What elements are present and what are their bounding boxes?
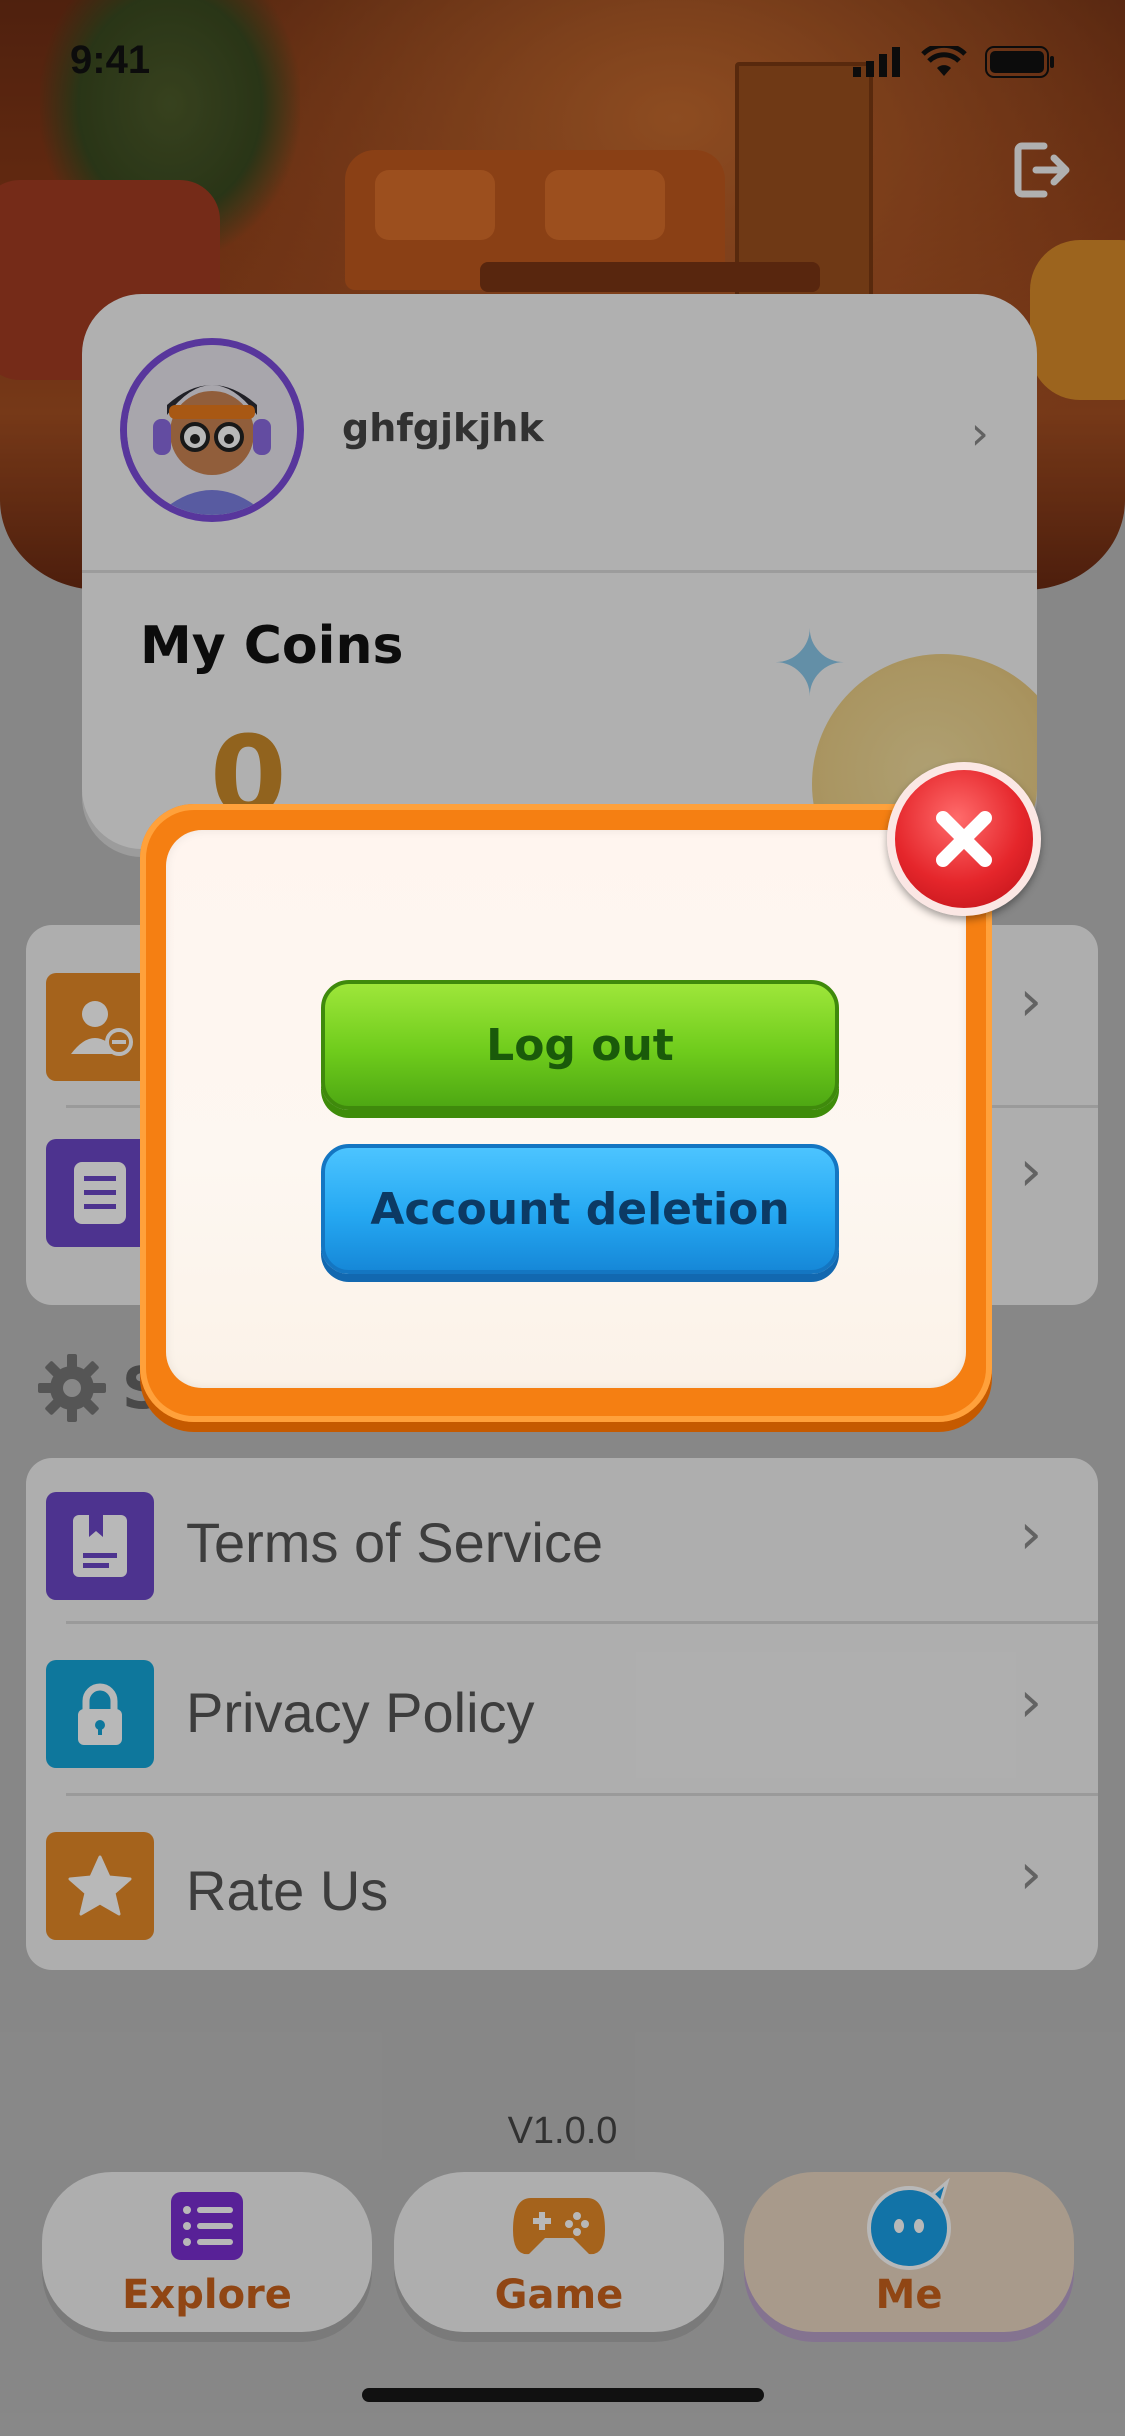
close-button[interactable] <box>887 762 1041 916</box>
logout-button[interactable]: Log out <box>321 980 839 1110</box>
close-icon <box>936 811 992 867</box>
modal-panel: Log out Account deletion <box>166 830 966 1388</box>
account-modal: Log out Account deletion <box>140 804 992 1422</box>
home-indicator <box>362 2388 764 2402</box>
account-deletion-button[interactable]: Account deletion <box>321 1144 839 1274</box>
